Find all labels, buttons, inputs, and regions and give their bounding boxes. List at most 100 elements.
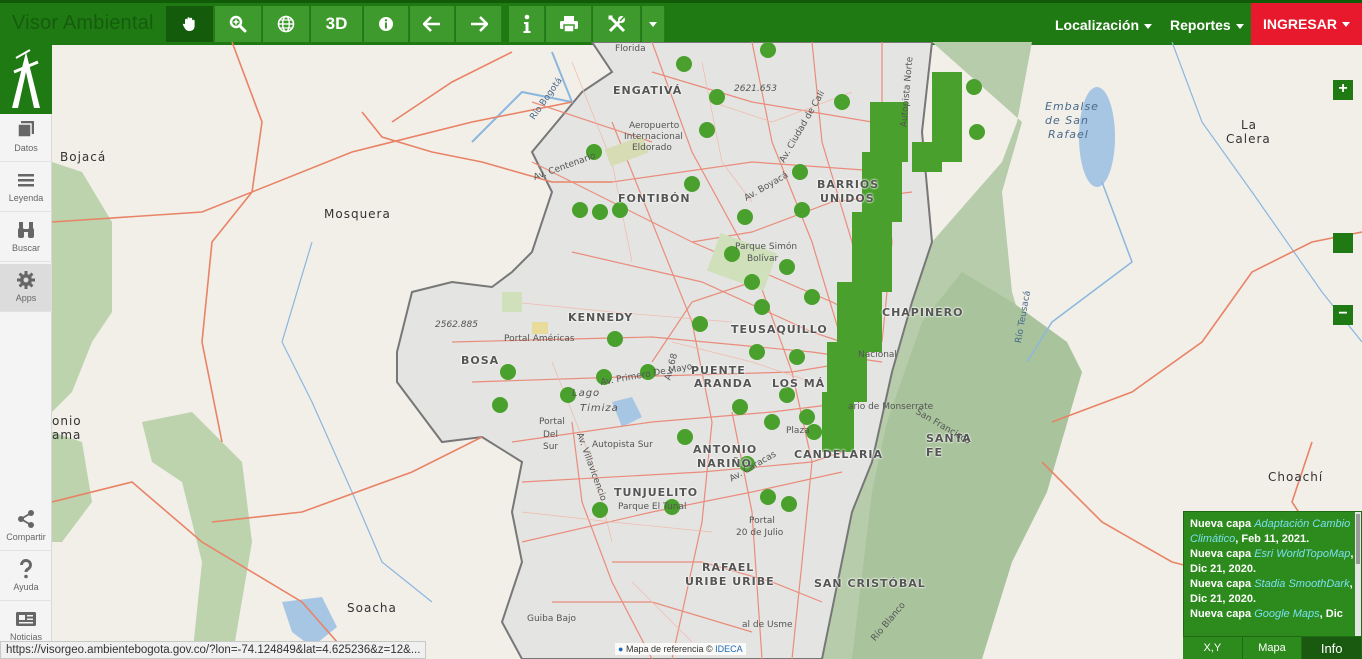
map-label-engativa: ENGATIVÁ [613,84,683,97]
arrow-right-icon [470,16,488,32]
3d-tool-button[interactable]: 3D [311,6,363,42]
sidebar-item-ayuda[interactable]: Ayuda [0,553,52,601]
news-prefix: Nueva capa [1190,518,1255,530]
zoom-icon [229,15,247,33]
map-label-portal-20: Portal [749,516,775,526]
map-label-uribe-uribe: URIBE URIBE [685,575,775,588]
bottom-tabs: X,Y Mapa Info [1183,637,1362,659]
attribution-text: Mapa de referencia © [625,644,713,654]
localizacion-label: Localización [1055,17,1140,33]
app-logo [0,42,52,114]
map-label-plaza: Plaza [786,426,810,436]
tools-menu-button[interactable] [593,6,641,42]
status-url: https://visorgeo.ambientebogota.gov.co/?… [0,641,427,659]
question-icon [19,558,32,579]
map-label-chapinero: CHAPINERO [882,306,964,319]
news-item: Nueva capa Google Maps, Dic [1190,607,1355,622]
news-link[interactable]: Google Maps [1254,608,1319,620]
share-icon [18,510,34,528]
map-label-portal-americas: Portal Américas [504,334,575,344]
map-label-puente: PUENTE [691,364,746,377]
map-label-bolivar: Bolívar [747,254,779,264]
sidebar-item-leyenda[interactable]: Leyenda [0,164,52,212]
tab-info[interactable]: Info [1302,637,1362,659]
map-label-bosa: BOSA [461,354,500,367]
map-label-nacional: Nacional [858,350,897,360]
localizacion-menu[interactable]: Localización [1055,17,1153,33]
info-tool-button[interactable] [509,6,545,42]
map-label-san-cristobal: SAN CRISTÓBAL [814,577,926,590]
ingresar-label: INGRESAR [1263,16,1337,32]
map-label-lago: Lago [572,388,601,399]
news-scrollbar[interactable] [1355,512,1361,636]
news-item: Nueva capa Esri WorldTopoMap, Dic 21, 20… [1190,547,1355,577]
map-label-parque-simon: Parque Simón [735,242,798,252]
reportes-label: Reportes [1170,17,1231,33]
info-circle-icon [379,17,393,31]
news-prefix: Nueva capa [1190,608,1255,620]
zoom-out-button[interactable]: − [1333,305,1353,325]
map-label-barrios-unidos: BARRIOS [817,178,880,191]
map-label-internacional: Internacional [624,132,683,142]
map-label-soacha: Soacha [347,601,397,615]
back-tool-button[interactable] [410,6,455,42]
hand-icon [182,17,195,31]
sidebar-item-apps[interactable]: Apps [0,264,52,312]
zoom-tool-button[interactable] [215,6,262,42]
map-label-antonio-west-2: ama [52,428,82,442]
tab-xy[interactable]: X,Y [1183,637,1243,659]
map-label-antonio-west: onio [52,414,82,428]
forward-tool-button[interactable] [456,6,502,42]
chevron-down-icon [1235,23,1244,29]
pan-tool-button[interactable] [166,6,214,42]
map-label-timiza: Timiza [580,403,619,414]
identify-tool-button[interactable] [364,6,409,42]
news-item: Nueva capa Adaptación Cambio Climático, … [1190,517,1355,547]
sidebar-item-buscar[interactable]: Buscar [0,214,52,262]
news-suffix: , Dic [1319,608,1343,620]
tools-dropdown-toggle[interactable] [642,6,665,42]
map-label-kennedy: KENNEDY [568,311,634,324]
sidebar-item-compartir[interactable]: Compartir [0,503,52,551]
sidebar-item-label: Ayuda [13,582,39,592]
map-label-fontibon: FONTIBÓN [618,192,691,205]
tab-mapa[interactable]: Mapa [1242,637,1303,659]
news-link[interactable]: Esri WorldTopoMap [1254,548,1350,560]
map-label-teusaquillo: TEUSAQUILLO [731,323,828,336]
map-label-antonio: ANTONIO [693,443,758,456]
map-label-fe: FE [926,446,944,459]
ingresar-button[interactable]: INGRESAR [1251,3,1362,45]
news-prefix: Nueva capa [1190,578,1255,590]
map-canvas[interactable]: ENGATIVÁ FONTIBÓN BARRIOS UNIDOS KENNEDY… [52,42,1362,659]
gear-icon [17,271,35,289]
info-icon [523,14,530,33]
map-label-rafael: RAFAEL [702,561,755,574]
map-label-rafael-water: Rafael [1048,128,1089,141]
reportes-menu[interactable]: Reportes [1170,17,1244,33]
map-label-portal-usme: al de Usme [742,620,793,630]
chevron-down-icon [1341,21,1350,27]
app-title: Visor Ambiental [12,12,154,34]
print-tool-button[interactable] [546,6,592,42]
sidebar-item-datos[interactable]: Datos [0,114,52,162]
top-toolbar: Visor Ambiental 3D Localización Reportes… [0,0,1362,45]
news-prefix: Nueva capa [1190,548,1255,560]
globe-tool-button[interactable] [263,6,310,42]
map-label-bojaca: Bojacá [60,150,107,164]
sidebar-item-label: Leyenda [8,193,44,203]
zoom-in-button[interactable]: + [1333,80,1353,100]
news-panel: Nueva capa Adaptación Cambio Climático, … [1183,511,1362,637]
map-label-portal-del-sur-3: Sur [543,442,559,452]
chevron-down-icon [1144,23,1153,29]
3d-label: 3D [325,14,348,33]
list-icon [18,174,34,187]
zoom-slider-handle[interactable] [1333,233,1353,253]
left-sidebar: Datos Leyenda Buscar Apps Compartir Ayud… [0,42,52,659]
attribution-source-link[interactable]: IDECA [715,644,743,654]
map-label-la-calera-2: Calera [1226,132,1271,146]
globe-icon [277,15,295,33]
news-scrollbar-thumb[interactable] [1356,514,1360,564]
map-label-elevation-1: 2562.885 [435,320,478,330]
map-label-parque-tunal: Parque El Tunal [618,502,687,512]
news-link[interactable]: Stadia SmoothDark [1254,578,1349,590]
